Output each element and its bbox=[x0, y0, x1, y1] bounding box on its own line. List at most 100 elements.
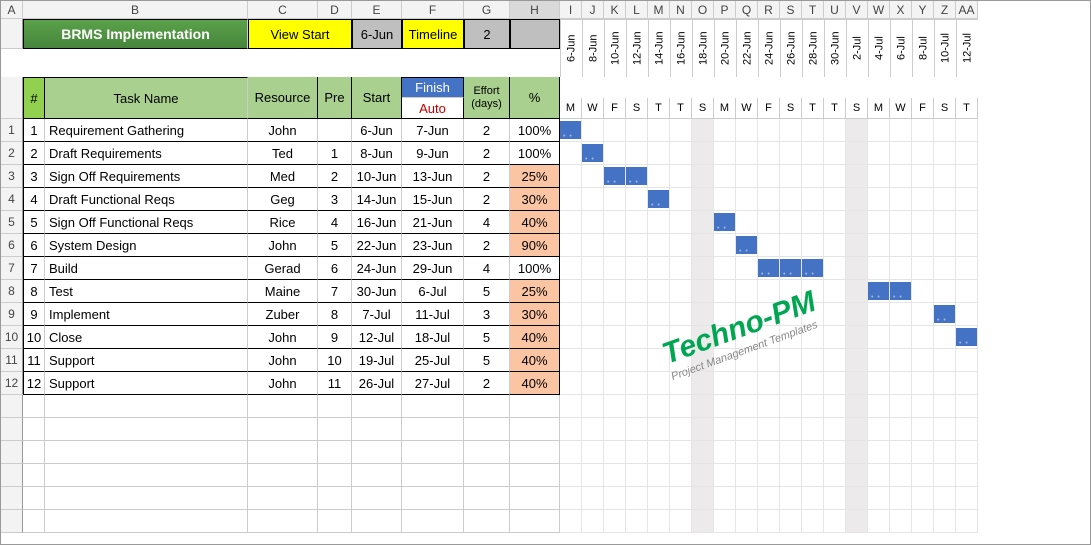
task-finish[interactable]: 7-Jun bbox=[402, 119, 464, 142]
col-header-B[interactable]: B bbox=[23, 1, 248, 19]
task-finish[interactable]: 18-Jul bbox=[402, 326, 464, 349]
task-start[interactable]: 7-Jul bbox=[352, 303, 402, 326]
task-finish[interactable]: 13-Jun bbox=[402, 165, 464, 188]
rownum[interactable]: 10 bbox=[1, 326, 23, 349]
task-pct[interactable]: 30% bbox=[510, 188, 560, 211]
gantt-cell[interactable] bbox=[934, 257, 956, 280]
gantt-cell[interactable] bbox=[670, 510, 692, 533]
task-name[interactable]: Draft Requirements bbox=[45, 142, 248, 165]
gantt-cell[interactable] bbox=[780, 349, 802, 372]
gantt-cell[interactable] bbox=[758, 326, 780, 349]
task-name[interactable]: Draft Functional Reqs bbox=[45, 188, 248, 211]
gantt-cell[interactable] bbox=[846, 441, 868, 464]
gantt-cell[interactable] bbox=[670, 395, 692, 418]
gantt-cell[interactable] bbox=[648, 234, 670, 257]
gantt-cell[interactable] bbox=[890, 211, 912, 234]
gantt-cell[interactable] bbox=[802, 441, 824, 464]
gantt-cell[interactable] bbox=[560, 119, 582, 142]
task-resource[interactable]: John bbox=[248, 326, 318, 349]
gantt-cell[interactable] bbox=[890, 303, 912, 326]
gantt-cell[interactable] bbox=[604, 464, 626, 487]
gantt-cell[interactable] bbox=[560, 326, 582, 349]
empty-cell[interactable] bbox=[510, 487, 560, 510]
gantt-cell[interactable] bbox=[736, 188, 758, 211]
task-name[interactable]: Build bbox=[45, 257, 248, 280]
gantt-cell[interactable] bbox=[890, 487, 912, 510]
gantt-cell[interactable] bbox=[780, 326, 802, 349]
gantt-cell[interactable] bbox=[890, 372, 912, 395]
gantt-cell[interactable] bbox=[604, 119, 626, 142]
gantt-cell[interactable] bbox=[934, 280, 956, 303]
gantt-cell[interactable] bbox=[560, 441, 582, 464]
gantt-cell[interactable] bbox=[824, 441, 846, 464]
gantt-cell[interactable] bbox=[824, 188, 846, 211]
gantt-cell[interactable] bbox=[780, 234, 802, 257]
gantt-cell[interactable] bbox=[934, 372, 956, 395]
empty-cell[interactable] bbox=[248, 464, 318, 487]
gantt-cell[interactable] bbox=[714, 510, 736, 533]
gantt-cell[interactable] bbox=[934, 395, 956, 418]
gantt-cell[interactable] bbox=[758, 142, 780, 165]
gantt-cell[interactable] bbox=[846, 165, 868, 188]
gantt-cell[interactable] bbox=[912, 418, 934, 441]
gantt-cell[interactable] bbox=[604, 188, 626, 211]
empty-cell[interactable] bbox=[23, 510, 45, 533]
gantt-cell[interactable] bbox=[802, 234, 824, 257]
task-resource[interactable]: Med bbox=[248, 165, 318, 188]
gantt-cell[interactable] bbox=[868, 165, 890, 188]
col-header-P[interactable]: P bbox=[714, 1, 736, 19]
gantt-cell[interactable] bbox=[846, 418, 868, 441]
col-start[interactable]: Start bbox=[352, 77, 402, 119]
gantt-cell[interactable] bbox=[912, 119, 934, 142]
task-num[interactable]: 1 bbox=[23, 119, 45, 142]
gantt-cell[interactable] bbox=[714, 119, 736, 142]
empty-cell[interactable] bbox=[248, 418, 318, 441]
gantt-cell[interactable] bbox=[758, 418, 780, 441]
task-name[interactable]: Support bbox=[45, 349, 248, 372]
gantt-cell[interactable] bbox=[890, 142, 912, 165]
gantt-cell[interactable] bbox=[824, 418, 846, 441]
gantt-cell[interactable] bbox=[582, 211, 604, 234]
gantt-cell[interactable] bbox=[648, 303, 670, 326]
task-num[interactable]: 7 bbox=[23, 257, 45, 280]
gantt-cell[interactable] bbox=[912, 142, 934, 165]
gantt-cell[interactable] bbox=[846, 372, 868, 395]
gantt-cell[interactable] bbox=[890, 395, 912, 418]
gantt-cell[interactable] bbox=[912, 303, 934, 326]
task-pct[interactable]: 100% bbox=[510, 142, 560, 165]
task-pre[interactable]: 10 bbox=[318, 349, 352, 372]
task-num[interactable]: 9 bbox=[23, 303, 45, 326]
empty-cell[interactable] bbox=[464, 487, 510, 510]
gantt-cell[interactable] bbox=[956, 510, 978, 533]
task-resource[interactable]: Gerad bbox=[248, 257, 318, 280]
col-auto[interactable]: Auto bbox=[402, 98, 464, 119]
col-header-M[interactable]: M bbox=[648, 1, 670, 19]
gantt-cell[interactable] bbox=[560, 211, 582, 234]
task-pre[interactable]: 8 bbox=[318, 303, 352, 326]
rownum[interactable]: 2 bbox=[1, 142, 23, 165]
col-pct[interactable]: % bbox=[510, 77, 560, 119]
gantt-cell[interactable] bbox=[934, 510, 956, 533]
timeline-blank[interactable] bbox=[510, 19, 560, 49]
gantt-cell[interactable] bbox=[626, 119, 648, 142]
gantt-cell[interactable] bbox=[846, 211, 868, 234]
col-header-C[interactable]: C bbox=[248, 1, 318, 19]
gantt-cell[interactable] bbox=[758, 349, 780, 372]
gantt-cell[interactable] bbox=[582, 326, 604, 349]
gantt-cell[interactable] bbox=[736, 487, 758, 510]
gantt-cell[interactable] bbox=[604, 395, 626, 418]
empty-cell[interactable] bbox=[318, 395, 352, 418]
gantt-cell[interactable] bbox=[802, 188, 824, 211]
gantt-cell[interactable] bbox=[868, 119, 890, 142]
gantt-cell[interactable] bbox=[560, 188, 582, 211]
gantt-cell[interactable] bbox=[692, 165, 714, 188]
empty-cell[interactable] bbox=[464, 395, 510, 418]
gantt-cell[interactable] bbox=[956, 464, 978, 487]
task-name[interactable]: Test bbox=[45, 280, 248, 303]
gantt-cell[interactable] bbox=[912, 441, 934, 464]
empty-cell[interactable] bbox=[352, 464, 402, 487]
gantt-cell[interactable] bbox=[956, 188, 978, 211]
col-header-U[interactable]: U bbox=[824, 1, 846, 19]
gantt-cell[interactable] bbox=[868, 142, 890, 165]
view-start-label[interactable]: View Start bbox=[248, 19, 352, 49]
